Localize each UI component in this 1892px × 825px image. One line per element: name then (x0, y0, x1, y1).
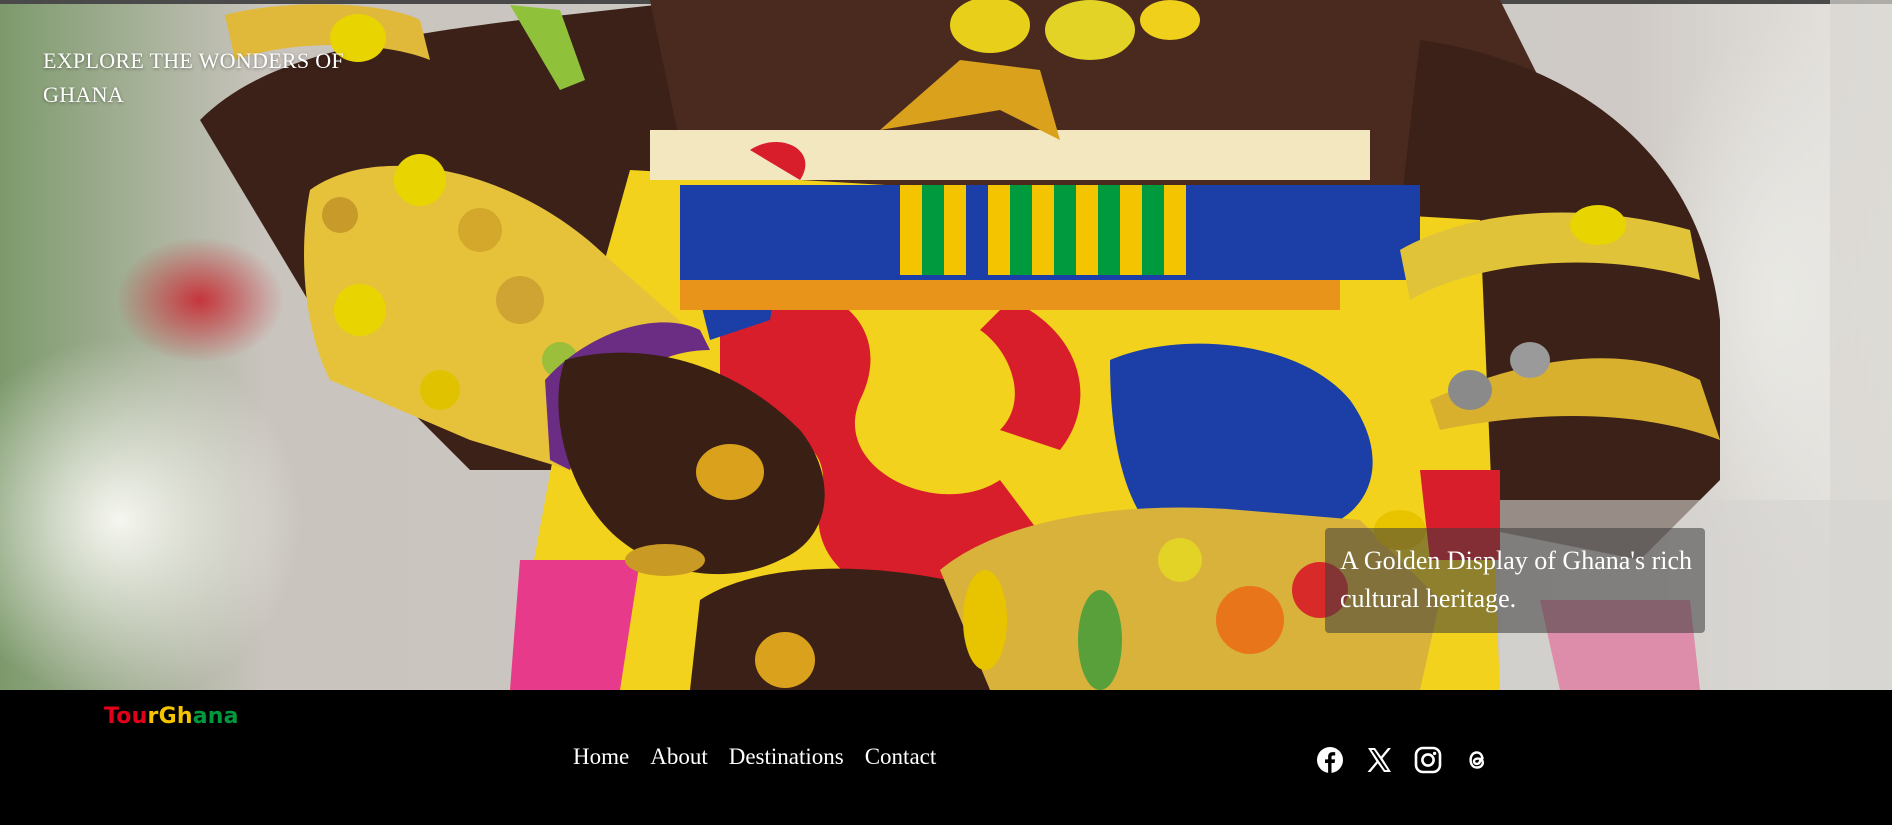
hero-title: EXPLORE THE WONDERS OF GHANA (43, 48, 344, 107)
nav-destinations-link[interactable]: Destinations (729, 744, 844, 770)
nav-contact-link[interactable]: Contact (865, 744, 937, 770)
logo-letter: h (176, 704, 193, 729)
logo-letter: u (131, 704, 148, 729)
logo-letter: o (116, 704, 132, 729)
nav-about-link[interactable]: About (650, 744, 708, 770)
nav-home-link[interactable]: Home (573, 744, 629, 770)
hero-caption: A Golden Display of Ghana's rich cultura… (1340, 546, 1693, 613)
logo-letter: G (158, 704, 177, 729)
facebook-icon[interactable] (1316, 746, 1344, 774)
logo-letter: T (104, 704, 117, 729)
caption-box: A Golden Display of Ghana's rich cultura… (1325, 528, 1705, 633)
logo-letter: n (207, 704, 224, 729)
brand-logo[interactable]: TourGhana (104, 704, 239, 729)
logo-letter: r (147, 704, 159, 729)
logo-letter: a (223, 704, 239, 729)
instagram-icon[interactable] (1414, 746, 1442, 774)
footer: TourGhana Home About Destinations Contac… (0, 690, 1892, 825)
logo-letter: a (192, 704, 208, 729)
x-icon[interactable] (1365, 746, 1393, 774)
main-nav: Home About Destinations Contact (573, 744, 936, 770)
hero-banner: EXPLORE THE WONDERS OF GHANA A Golden Di… (0, 0, 1892, 690)
social-links (1316, 746, 1491, 774)
threads-icon[interactable] (1463, 746, 1491, 774)
